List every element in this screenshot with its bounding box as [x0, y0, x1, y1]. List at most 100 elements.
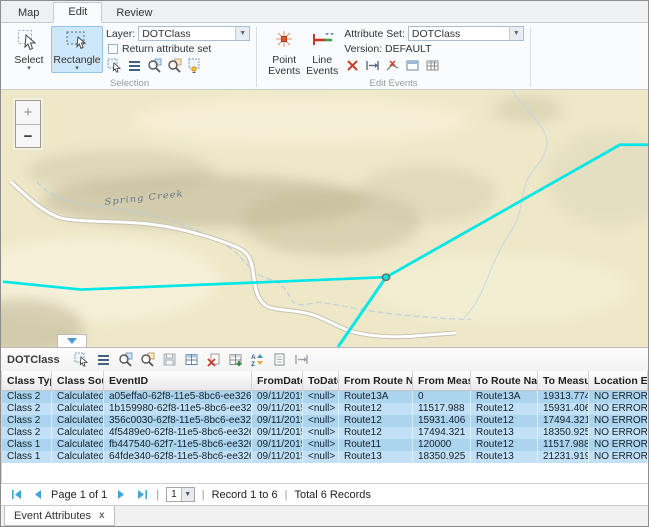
select-dropdown-caret-icon[interactable]: ▾ [27, 66, 31, 72]
table-cell[interactable]: <null> [303, 427, 339, 439]
column-header[interactable]: Class Type [2, 371, 52, 390]
table-cell[interactable]: Route12 [471, 415, 538, 427]
panel-collapse-handle[interactable] [57, 334, 87, 347]
tab-review[interactable]: Review [102, 4, 166, 23]
last-page-button[interactable] [135, 488, 149, 502]
table-cell[interactable]: Route13A [339, 391, 413, 403]
column-header[interactable]: From Route Name [339, 371, 413, 390]
event-measures-icon[interactable] [364, 57, 381, 73]
table-cell[interactable]: 4f5489e0-62f8-11e5-8bc6-ee32641d5ec9 [104, 427, 252, 439]
table-cell[interactable]: Class 1 [2, 451, 52, 463]
column-header[interactable]: Location Error [589, 371, 648, 390]
delete-events-icon[interactable] [344, 57, 361, 73]
table-row[interactable]: Class 1Calculated64fde340-62f8-11e5-8bc6… [2, 451, 648, 463]
close-tab-icon[interactable]: x [99, 510, 105, 521]
table-cell[interactable]: <null> [303, 391, 339, 403]
table-cell[interactable]: NO ERROR [589, 427, 648, 439]
table-row[interactable]: Class 2Calculated1b159980-62f8-11e5-8bc6… [2, 403, 648, 415]
page-select[interactable]: 1 ▼ [166, 487, 195, 502]
line-events-button[interactable]: Line Events [303, 26, 341, 78]
table-row[interactable]: Class 1Calculatedfb447540-62f7-11e5-8bc6… [2, 439, 648, 451]
rectangle-dropdown-caret-icon[interactable]: ▾ [75, 66, 79, 72]
first-page-button[interactable] [9, 488, 23, 502]
column-header[interactable]: From Measure [413, 371, 471, 390]
column-header[interactable]: To Measure [538, 371, 589, 390]
table-cell[interactable]: 0 [413, 391, 471, 403]
table-cell[interactable]: Calculated [52, 451, 104, 463]
table-cell[interactable]: Calculated [52, 415, 104, 427]
column-header[interactable]: Class Source [52, 371, 104, 390]
map-view[interactable]: Spring Creek + − [1, 90, 648, 347]
open-table-icon[interactable] [182, 350, 202, 369]
tab-map[interactable]: Map [4, 4, 53, 23]
table-cell[interactable]: 64fde340-62f8-11e5-8bc6-ee32641d5ec9 [104, 451, 252, 463]
table-cell[interactable]: Route12 [471, 439, 538, 451]
table-cell[interactable]: 11517.988 [538, 439, 589, 451]
options-menu-icon[interactable] [94, 350, 114, 369]
table-cell[interactable]: Class 1 [2, 439, 52, 451]
attribute-set-caret-icon[interactable]: ▼ [509, 27, 523, 40]
table-cell[interactable]: Calculated [52, 391, 104, 403]
column-header[interactable]: FromDate [252, 371, 303, 390]
table-cell[interactable]: Route13 [471, 451, 538, 463]
column-header[interactable]: ToDate [303, 371, 339, 390]
table-cell[interactable]: Calculated [52, 439, 104, 451]
table-cell[interactable]: Calculated [52, 427, 104, 439]
table-cell[interactable]: 19313.774 [538, 391, 589, 403]
table-cell[interactable]: Calculated [52, 403, 104, 415]
table-cell[interactable]: 120000 [413, 439, 471, 451]
table-cell[interactable]: 18350.925 [413, 451, 471, 463]
clear-selection-icon[interactable] [186, 57, 203, 73]
pan-to-selection-icon[interactable] [166, 57, 183, 73]
table-row[interactable]: Class 2Calculated356c0030-62f8-11e5-8bc6… [2, 415, 648, 427]
zoom-out-button[interactable]: − [16, 124, 40, 147]
table-row[interactable]: Class 2Calculated4f5489e0-62f8-11e5-8bc6… [2, 427, 648, 439]
table-cell[interactable]: a05effa0-62f8-11e5-8bc6-ee32641d5ec9 [104, 391, 252, 403]
pan-to-record-icon[interactable] [138, 350, 158, 369]
add-record-icon[interactable] [226, 350, 246, 369]
table-cell[interactable]: 17494.321 [538, 415, 589, 427]
column-header[interactable]: EventID [104, 371, 252, 390]
select-records-icon[interactable] [72, 350, 92, 369]
table-cell[interactable]: 17494.321 [413, 427, 471, 439]
table-cell[interactable]: 09/11/2015 [252, 415, 303, 427]
table-cell[interactable]: Route12 [471, 403, 538, 415]
table-cell[interactable]: <null> [303, 403, 339, 415]
table-cell[interactable]: 356c0030-62f8-11e5-8bc6-ee32641d5ec9 [104, 415, 252, 427]
table-cell[interactable]: Class 2 [2, 415, 52, 427]
tab-event-attributes[interactable]: Event Attributes x [4, 506, 115, 526]
record-measures-icon[interactable] [292, 350, 312, 369]
select-button[interactable]: Select ▾ [7, 26, 51, 73]
table-cell[interactable]: fb447540-62f7-11e5-8bc6-ee32641d5ec9 [104, 439, 252, 451]
table-cell[interactable]: 21231.919 [538, 451, 589, 463]
zoom-to-record-icon[interactable] [116, 350, 136, 369]
zoom-to-selection-icon[interactable] [146, 57, 163, 73]
table-cell[interactable]: 15931.406 [538, 403, 589, 415]
table-cell[interactable]: 1b159980-62f8-11e5-8bc6-ee32641d5ec9 [104, 403, 252, 415]
table-cell[interactable]: 09/11/2015 [252, 403, 303, 415]
page-select-caret-icon[interactable]: ▼ [181, 488, 194, 501]
table-cell[interactable]: 09/11/2015 [252, 427, 303, 439]
table-cell[interactable]: Class 2 [2, 427, 52, 439]
table-cell[interactable]: <null> [303, 415, 339, 427]
table-cell[interactable]: 09/11/2015 [252, 391, 303, 403]
layer-dropdown-caret-icon[interactable]: ▼ [235, 27, 249, 40]
table-cell[interactable]: <null> [303, 439, 339, 451]
show-form-icon[interactable] [270, 350, 290, 369]
table-cell[interactable]: Route12 [339, 403, 413, 415]
table-cell[interactable]: NO ERROR [589, 403, 648, 415]
table-cell[interactable]: Class 2 [2, 403, 52, 415]
events-table-icon[interactable] [424, 57, 441, 73]
table-cell[interactable]: 09/11/2015 [252, 451, 303, 463]
next-page-button[interactable] [114, 488, 128, 502]
table-cell[interactable]: 11517.988 [413, 403, 471, 415]
table-cell[interactable]: Route12 [339, 427, 413, 439]
select-features-icon[interactable] [106, 57, 123, 73]
rectangle-button[interactable]: Rectangle ▾ [51, 26, 103, 73]
table-cell[interactable]: 09/11/2015 [252, 439, 303, 451]
route-junction-marker[interactable] [382, 274, 389, 280]
save-edits-icon[interactable] [160, 350, 180, 369]
table-cell[interactable]: NO ERROR [589, 451, 648, 463]
table-cell[interactable]: NO ERROR [589, 415, 648, 427]
table-cell[interactable]: Route13 [339, 451, 413, 463]
